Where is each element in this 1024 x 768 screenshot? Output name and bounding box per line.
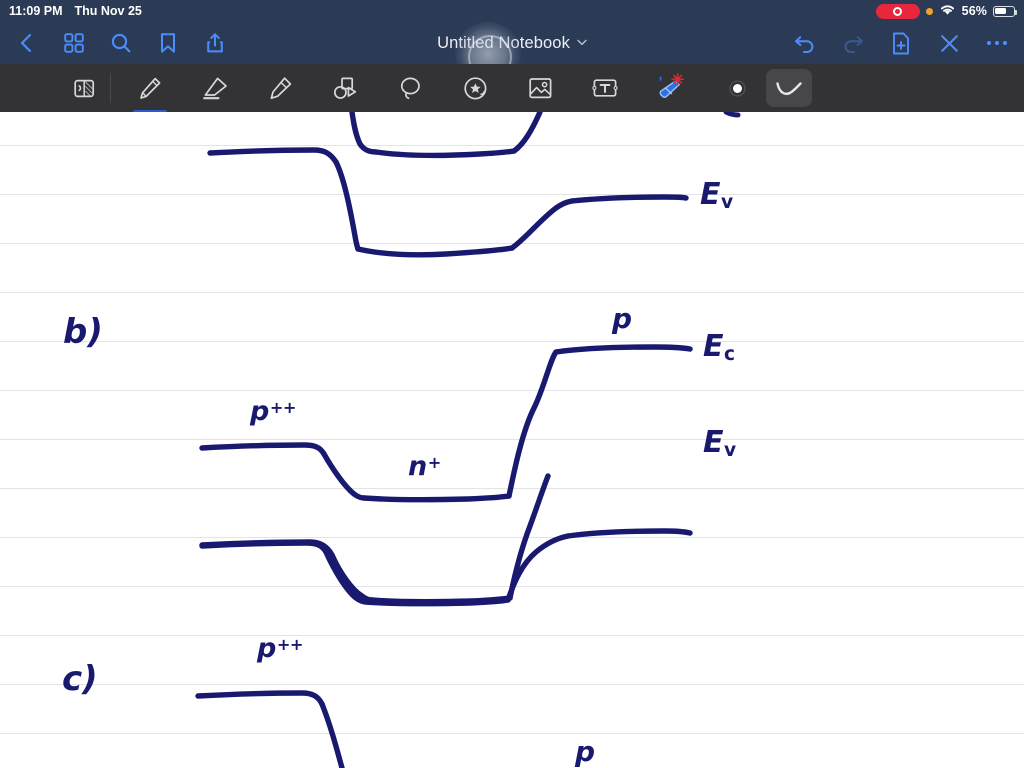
label-ec-b: Ec	[703, 329, 736, 366]
notability-app-window: 11:09 PM Thu Nov 25 56% Untitled Noteboo…	[0, 0, 1024, 768]
highlighter-tool[interactable]	[254, 64, 306, 112]
close-button[interactable]	[936, 30, 962, 56]
pen-tool[interactable]	[124, 64, 176, 112]
ink-color-swatch[interactable]	[733, 83, 742, 93]
label-p-b: p	[612, 302, 633, 335]
wifi-icon	[939, 3, 956, 19]
sticker-tool[interactable]	[449, 64, 501, 112]
back-button[interactable]	[14, 30, 40, 56]
shapes-tool[interactable]	[319, 64, 371, 112]
stroke-b2-rise	[507, 473, 551, 601]
record-dot-icon	[893, 6, 903, 16]
label-n-plus-b: n+	[408, 451, 441, 482]
search-button[interactable]	[108, 30, 134, 56]
label-p-c: p	[575, 735, 596, 768]
notebook-title: Untitled Notebook	[437, 33, 570, 52]
stroke-style-preview-button[interactable]	[766, 69, 812, 107]
privacy-dot-icon	[925, 7, 933, 15]
image-tool[interactable]	[514, 64, 566, 112]
magic-eraser-tool[interactable]	[644, 64, 696, 112]
lasso-select-tool[interactable]	[384, 64, 436, 112]
label-p-plus-plus-c: p++	[257, 633, 303, 664]
more-options-button[interactable]	[984, 30, 1010, 56]
share-button[interactable]	[202, 30, 228, 56]
screen-recording-indicator[interactable]	[875, 3, 920, 19]
page-layout-tool[interactable]	[58, 64, 110, 112]
bookmark-button[interactable]	[155, 30, 181, 56]
notebook-title-button[interactable]: Untitled Notebook	[437, 34, 587, 53]
notebook-nav-bar: Untitled Notebook	[0, 22, 1024, 86]
stroke-c-plateau	[195, 690, 325, 707]
status-bar-date: Thu Nov 25	[74, 4, 142, 18]
page-grid-button[interactable]	[61, 30, 87, 56]
battery-icon	[993, 5, 1018, 17]
label-section-c: c)	[62, 659, 98, 699]
notebook-canvas[interactable]: Ev b) p++ n+ p Ec Ev c) p++ p	[0, 112, 1024, 768]
ink-strokes-layer-2	[195, 473, 551, 768]
stroke-b2-drop	[329, 552, 375, 603]
label-ev-b: Ev	[703, 425, 737, 462]
label-section-b: b)	[63, 312, 103, 352]
battery-fill	[995, 7, 1007, 15]
status-bar-left: 11:09 PM Thu Nov 25	[9, 4, 142, 18]
battery-percent-label: 56%	[961, 4, 987, 18]
ink-toolbar	[0, 64, 1024, 112]
chevron-down-icon	[577, 39, 587, 49]
text-box-tool[interactable]	[579, 64, 631, 112]
add-page-button[interactable]	[888, 30, 914, 56]
ios-status-bar: 11:09 PM Thu Nov 25 56%	[0, 0, 1024, 22]
nav-right-group	[792, 30, 1010, 56]
stroke-c-drop	[319, 701, 345, 768]
undo-button[interactable]	[792, 30, 818, 56]
redo-button[interactable]	[840, 30, 866, 56]
status-bar-time: 11:09 PM	[9, 4, 63, 18]
toolbar-separator	[110, 73, 111, 103]
label-p-plus-plus-b: p++	[250, 396, 296, 427]
stroke-b2-flat	[369, 595, 513, 605]
eraser-tool[interactable]	[189, 64, 241, 112]
nav-left-group	[14, 30, 228, 56]
label-ev-top: Ev	[700, 177, 734, 214]
status-bar-right: 56%	[875, 3, 1018, 19]
